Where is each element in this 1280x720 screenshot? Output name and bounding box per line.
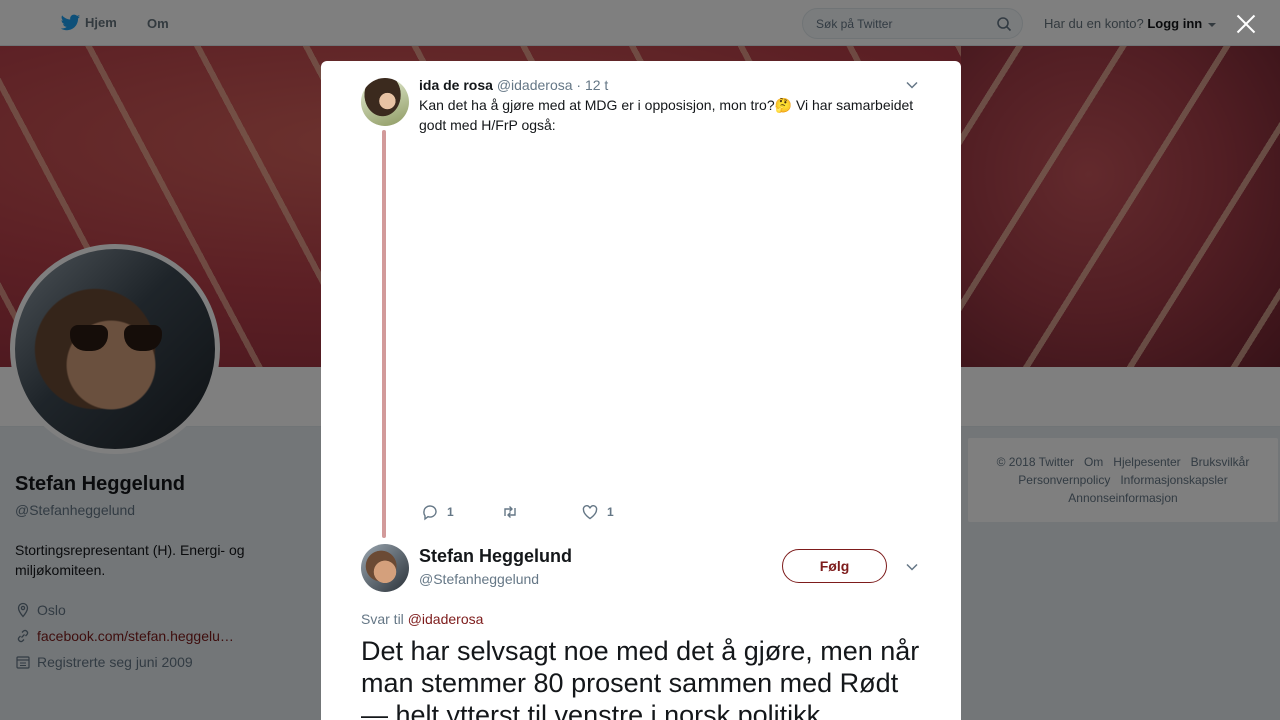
parent-tweet-header: ida de rosa @idaderosa · 12 t — [419, 77, 608, 93]
close-icon[interactable] — [1232, 10, 1260, 38]
parent-tweet-actions: 1 1 — [421, 503, 614, 521]
tweet-modal: ida de rosa @idaderosa · 12 t Kan det ha… — [321, 61, 961, 720]
like-button[interactable]: 1 — [581, 503, 614, 521]
parent-tweet-timestamp[interactable]: · 12 t — [576, 77, 608, 93]
main-tweet-author-name[interactable]: Stefan Heggelund — [419, 546, 572, 567]
main-tweet-text: Det har selvsagt noe med det å gjøre, me… — [361, 636, 920, 720]
retweet-button[interactable] — [501, 503, 581, 521]
parent-tweet-avatar[interactable] — [361, 78, 409, 126]
follow-button[interactable]: Følg — [782, 549, 887, 583]
main-tweet-author-handle[interactable]: @Stefanheggelund — [419, 571, 539, 587]
like-count: 1 — [607, 505, 614, 519]
reply-count: 1 — [447, 505, 454, 519]
parent-tweet-author-name[interactable]: ida de rosa — [419, 77, 493, 93]
reply-to-prefix: Svar til — [361, 611, 404, 627]
chevron-down-icon[interactable] — [906, 563, 918, 571]
like-icon — [582, 505, 598, 520]
retweet-icon — [504, 506, 516, 518]
main-tweet-avatar[interactable] — [361, 544, 409, 592]
reply-to-line: Svar til @idaderosa — [361, 611, 483, 627]
parent-tweet-text: Kan det ha å gjøre med at MDG er i oppos… — [419, 97, 914, 133]
reply-icon — [423, 505, 437, 521]
reply-button[interactable]: 1 — [421, 503, 501, 521]
chevron-down-icon[interactable] — [906, 81, 918, 89]
parent-tweet-author-handle[interactable]: @idaderosa — [497, 77, 573, 93]
thread-line — [382, 130, 386, 538]
reply-to-mention[interactable]: @idaderosa — [408, 611, 484, 627]
